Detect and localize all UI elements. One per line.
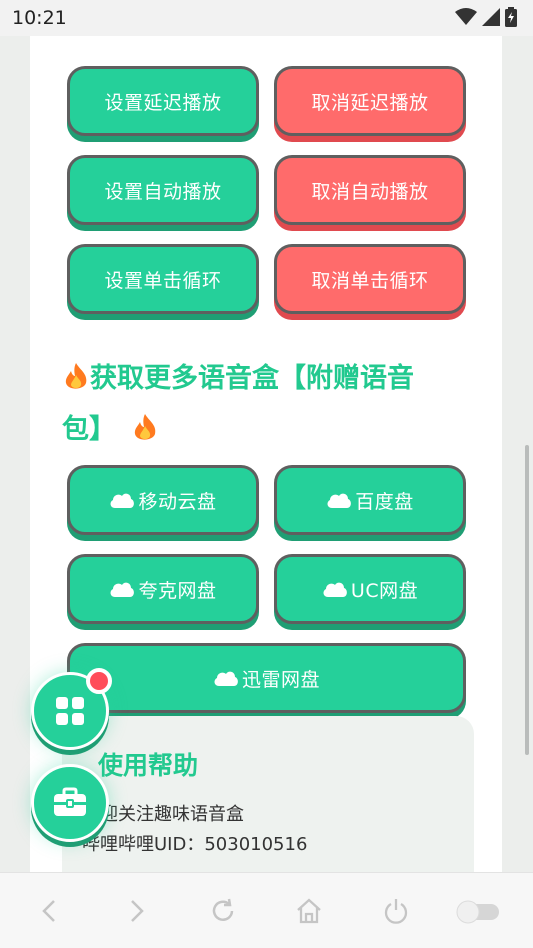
toggle-icon [456, 900, 499, 924]
fire-icon [62, 361, 90, 407]
xunlei-label: 迅雷网盘 [241, 668, 320, 691]
cloud-icon [109, 491, 135, 509]
toolbox-button[interactable] [31, 764, 109, 842]
battery-icon [505, 7, 517, 27]
cancel-delay-button[interactable]: 取消延迟播放 [274, 66, 466, 136]
home-icon [297, 898, 321, 924]
back-button[interactable] [30, 891, 70, 931]
baidu-label: 百度盘 [355, 490, 414, 513]
set-delay-button[interactable]: 设置延迟播放 [67, 66, 259, 136]
status-icons [455, 7, 517, 27]
browser-toolbar [0, 872, 533, 948]
status-time: 10:21 [12, 7, 67, 29]
chevron-right-icon [131, 900, 144, 922]
xunlei-button[interactable]: 迅雷网盘 [67, 643, 466, 713]
help-title: 使用帮助 [98, 751, 199, 780]
baidu-button[interactable]: 百度盘 [274, 465, 466, 535]
toolbox-icon [54, 787, 86, 816]
mobile-cloud-button[interactable]: 移动云盘 [67, 465, 259, 535]
chevron-left-icon [42, 900, 55, 922]
toggle-switch[interactable] [455, 891, 501, 931]
fire-icon [131, 412, 159, 458]
quark-button[interactable]: 夸克网盘 [67, 554, 259, 624]
home-button[interactable] [289, 891, 329, 931]
power-icon [384, 899, 408, 924]
cancel-loop-label: 取消单击循环 [311, 269, 429, 292]
set-auto-button[interactable]: 设置自动播放 [67, 155, 259, 225]
grid-icon [56, 697, 84, 725]
cloud-icon [213, 669, 239, 687]
notification-badge [86, 668, 112, 694]
cancel-auto-button[interactable]: 取消自动播放 [274, 155, 466, 225]
set-delay-label: 设置延迟播放 [104, 91, 222, 114]
power-button[interactable] [376, 891, 416, 931]
set-loop-label: 设置单击循环 [104, 269, 222, 292]
mobile-cloud-label: 移动云盘 [138, 490, 217, 513]
help-line-2: 哔哩哔哩UID：503010516 [82, 834, 308, 855]
cancel-loop-button[interactable]: 取消单击循环 [274, 244, 466, 314]
uc-button[interactable]: UC网盘 [274, 554, 466, 624]
signal-icon [482, 8, 500, 26]
section-title-text: 获取更多语音盒【附赠语音包】 [62, 363, 414, 445]
quark-label: 夸克网盘 [138, 579, 217, 602]
page-scrollbar[interactable] [525, 445, 529, 755]
uc-label: UC网盘 [350, 579, 419, 602]
forward-button[interactable] [116, 891, 156, 931]
refresh-icon [212, 898, 234, 921]
cancel-delay-label: 取消延迟播放 [311, 91, 429, 114]
refresh-button[interactable] [203, 891, 243, 931]
wifi-icon [455, 8, 477, 25]
cloud-icon [109, 580, 135, 598]
set-auto-label: 设置自动播放 [104, 180, 222, 203]
cloud-icon [322, 580, 348, 598]
cloud-icon [326, 491, 352, 509]
section-title: 获取更多语音盒【附赠语音包】 [62, 356, 462, 458]
status-bar: 10:21 [0, 0, 533, 36]
set-loop-button[interactable]: 设置单击循环 [67, 244, 259, 314]
cancel-auto-label: 取消自动播放 [311, 180, 429, 203]
